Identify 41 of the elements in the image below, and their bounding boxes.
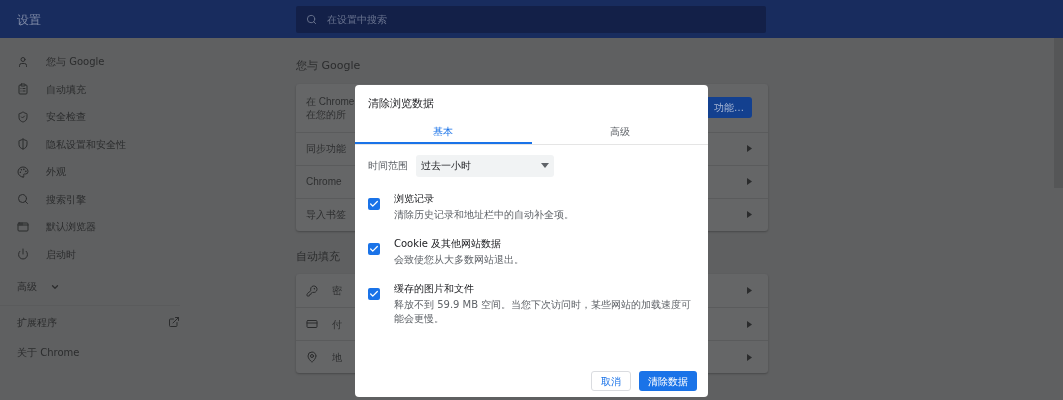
search-icon xyxy=(306,13,317,25)
checkmark-icon xyxy=(369,288,379,299)
chevron-right-icon xyxy=(747,145,752,152)
chevron-right-icon xyxy=(747,320,752,328)
page-title: 设置 xyxy=(17,13,41,27)
option-description: 清除历史记录和地址栏中的自动补全项。 xyxy=(394,207,574,222)
clear-data-button[interactable]: 清除数据 xyxy=(639,371,697,391)
option-title: Cookie 及其他网站数据 xyxy=(394,236,503,251)
option-description: 会致使您从大多数网站退出。 xyxy=(394,252,524,267)
chevron-right-icon xyxy=(747,287,752,294)
power-icon xyxy=(17,248,29,261)
browser-window-icon xyxy=(17,220,29,233)
key-icon xyxy=(306,284,318,297)
clipboard-icon xyxy=(17,83,29,96)
dropdown-caret-icon xyxy=(541,163,549,168)
dialog-tab[interactable]: 高级 xyxy=(531,121,708,144)
checkbox[interactable] xyxy=(368,287,380,300)
external-link-icon xyxy=(168,316,180,328)
shield-icon xyxy=(17,138,29,151)
search-icon xyxy=(17,193,29,206)
chevron-right-icon xyxy=(747,353,752,361)
option-title: 缓存的图片和文件 xyxy=(394,281,475,296)
checkmark-icon xyxy=(369,243,379,254)
option-title: 浏览记录 xyxy=(394,191,435,206)
chevron-right-icon xyxy=(747,211,752,218)
dialog-tab[interactable]: 基本 xyxy=(355,121,532,144)
checkbox[interactable] xyxy=(368,197,380,210)
person-icon xyxy=(17,55,29,68)
cancel-button[interactable]: 取消 xyxy=(591,371,631,391)
location-pin-icon xyxy=(306,351,318,363)
shield-check-icon xyxy=(17,110,29,123)
dialog-title: 清除浏览数据 xyxy=(368,96,435,112)
palette-icon xyxy=(17,165,29,178)
time-range-dropdown[interactable]: 过去一小时 xyxy=(416,154,554,177)
time-range-label: 时间范围 xyxy=(368,159,408,173)
checkmark-icon xyxy=(369,198,379,209)
chevron-right-icon xyxy=(747,178,752,185)
option-description: 释放不到 59.9 MB 空间。当您下次访问时，某些网站的加载速度可能会更慢。 xyxy=(394,297,692,326)
credit-card-icon xyxy=(306,318,318,330)
search-field[interactable]: 在设置中搜索 xyxy=(296,5,766,33)
checkbox[interactable] xyxy=(368,242,380,255)
